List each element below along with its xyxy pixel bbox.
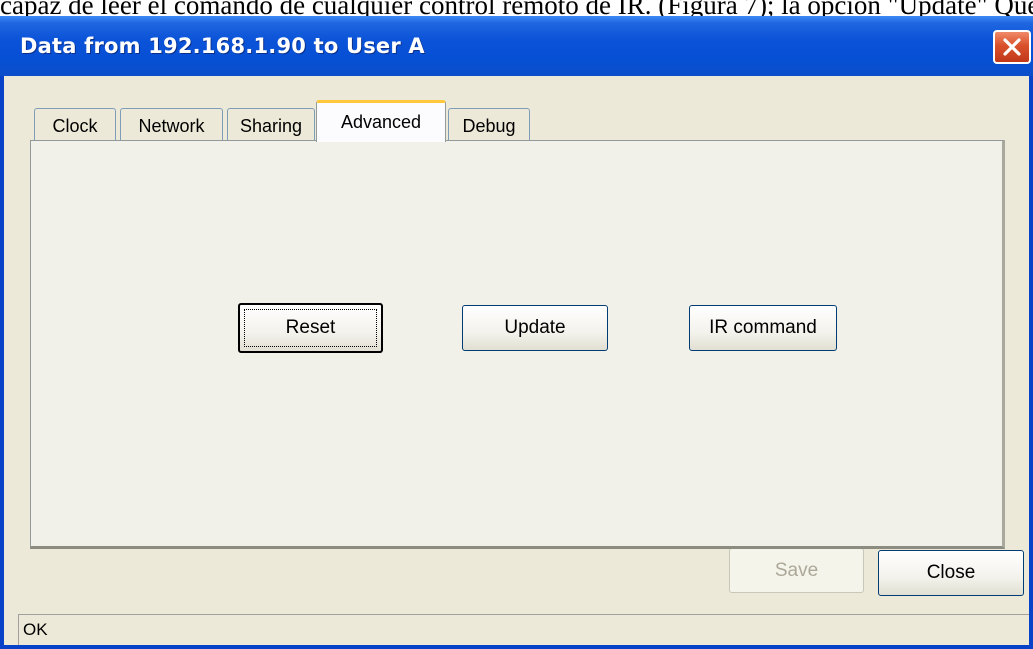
tab-label: Debug — [462, 116, 516, 136]
tab-debug[interactable]: Debug — [448, 108, 530, 144]
background-document-text: capaz de leer el comando de cualquier co… — [0, 0, 1033, 16]
status-text: OK — [23, 620, 48, 639]
save-button-label: Save — [774, 559, 819, 581]
close-button-label: Close — [926, 562, 976, 583]
dialog-window: Data from 192.168.1.90 to User A Clock N… — [0, 16, 1033, 649]
close-icon — [1003, 38, 1021, 56]
tab-label: Network — [138, 116, 205, 136]
update-button[interactable]: Update — [462, 305, 608, 351]
reset-button[interactable]: Reset — [238, 303, 383, 353]
close-window-button[interactable] — [993, 30, 1031, 64]
tab-clock[interactable]: Clock — [34, 108, 116, 144]
tab-network[interactable]: Network — [120, 108, 223, 144]
tab-label: Sharing — [239, 116, 303, 136]
tab-label: Clock — [52, 116, 98, 136]
save-button[interactable]: Save — [729, 548, 864, 593]
ir-command-button[interactable]: IR command — [689, 305, 837, 351]
tab-advanced[interactable]: Advanced — [316, 100, 446, 142]
close-button[interactable]: Close — [878, 550, 1024, 596]
tab-label: Advanced — [340, 112, 422, 132]
tab-sharing[interactable]: Sharing — [227, 108, 315, 144]
advanced-tab-panel: Reset Update IR command — [30, 140, 1005, 549]
update-button-label: Update — [504, 317, 566, 338]
focus-rectangle — [244, 309, 377, 347]
title-bar[interactable]: Data from 192.168.1.90 to User A — [0, 16, 1033, 76]
window-title: Data from 192.168.1.90 to User A — [20, 34, 425, 58]
ir-command-button-label: IR command — [709, 317, 817, 338]
status-bar: OK — [18, 614, 1029, 645]
